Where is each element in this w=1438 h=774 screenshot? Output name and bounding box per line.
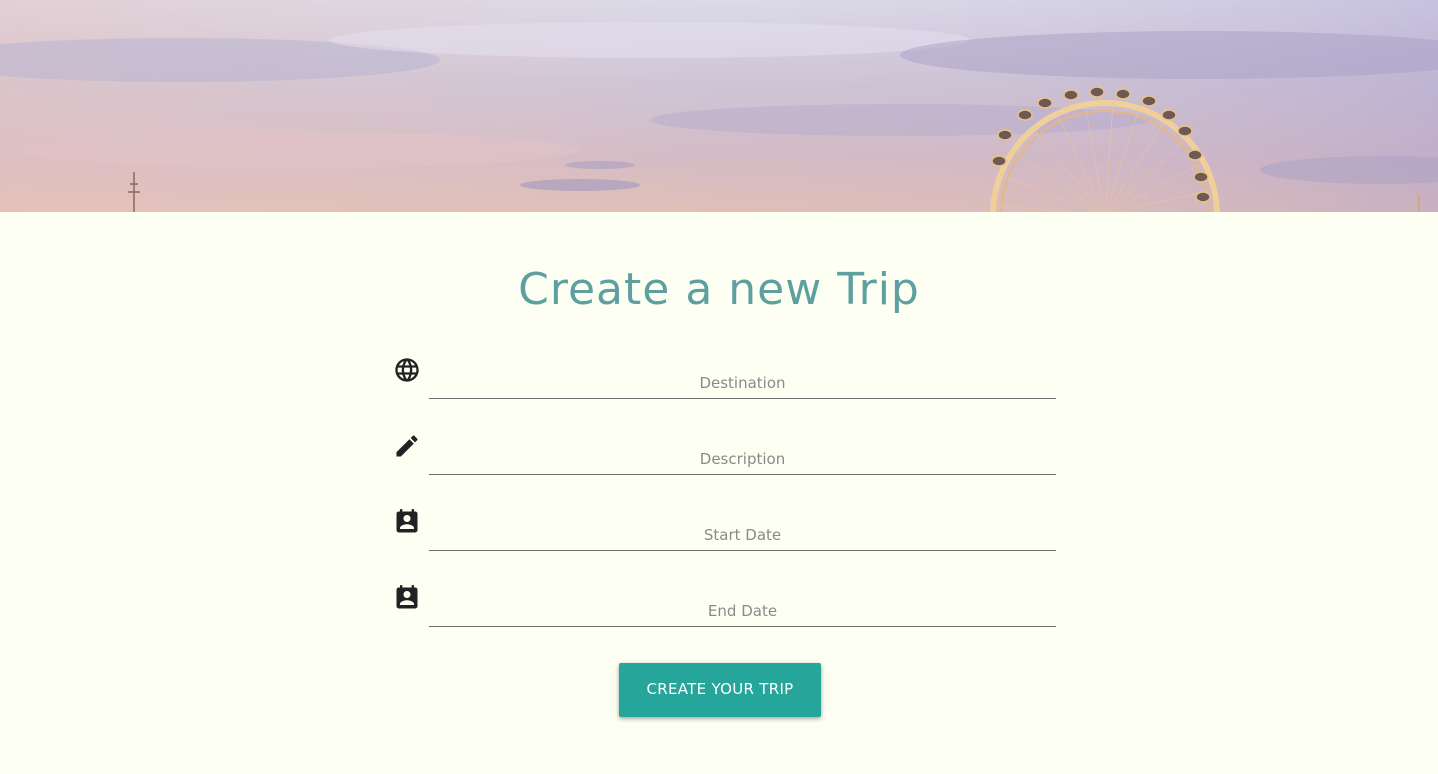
create-trip-button[interactable]: CREATE YOUR TRIP: [619, 663, 821, 717]
start-date-field-row: [390, 507, 1056, 563]
london-eye-illustration: [0, 0, 1438, 212]
destination-input[interactable]: [429, 355, 1056, 399]
description-field-row: [390, 431, 1056, 487]
pencil-icon: [392, 431, 422, 461]
calendar-person-icon: [392, 583, 422, 613]
end-date-input[interactable]: [429, 583, 1056, 627]
calendar-person-icon: [392, 507, 422, 537]
page-title: Create a new Trip: [518, 264, 920, 315]
globe-icon: [392, 355, 422, 385]
end-date-field-row: [390, 583, 1056, 639]
destination-field-row: [390, 355, 1056, 411]
create-trip-page: Create a new Trip CREATE YOU: [0, 212, 1438, 774]
description-input[interactable]: [429, 431, 1056, 475]
start-date-input[interactable]: [429, 507, 1056, 551]
hero-banner-image: [0, 0, 1438, 212]
